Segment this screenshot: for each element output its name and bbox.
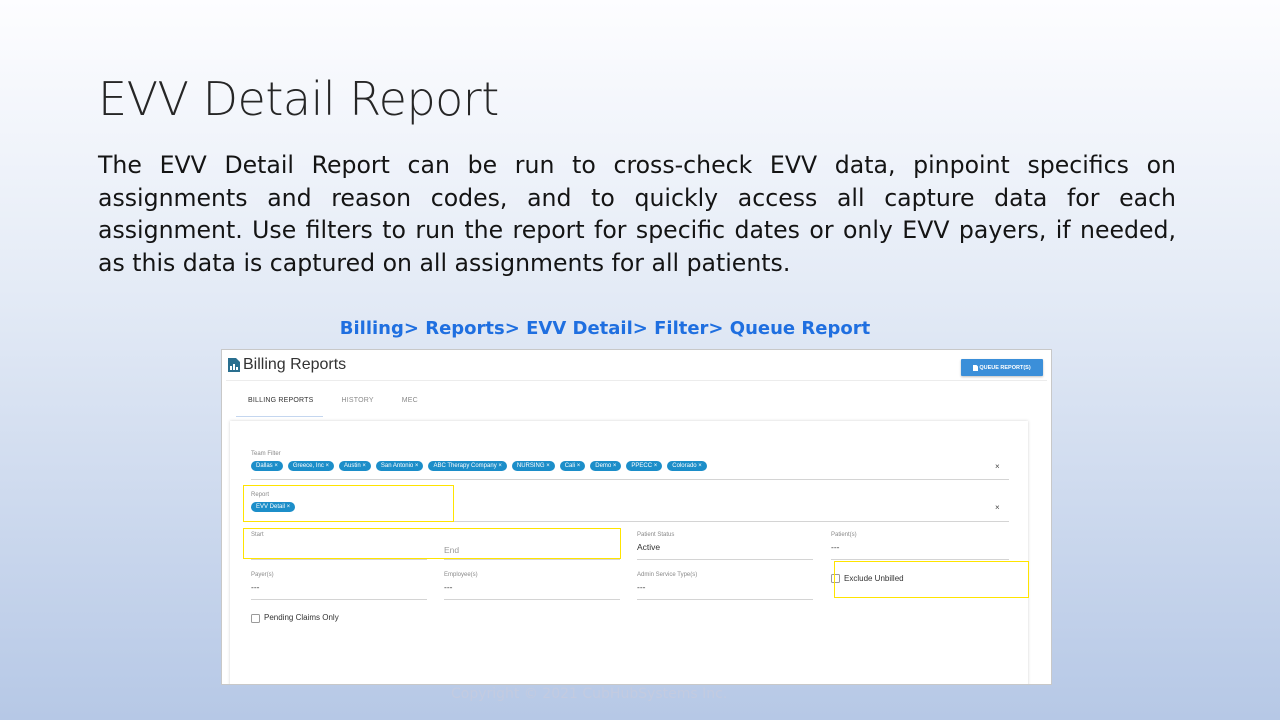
pending-claims-checkbox[interactable]	[251, 614, 260, 623]
document-icon	[973, 364, 979, 371]
employees-underline	[444, 599, 620, 600]
slide-title: EVV Detail Report	[98, 72, 499, 126]
chip-nursing[interactable]: NURSING ×	[511, 461, 555, 471]
report-highlight-box	[243, 485, 454, 522]
admin-service-types-label: Admin Service Type(s)	[637, 572, 698, 578]
header-divider	[226, 380, 1047, 381]
queue-report-label: QUEUE REPORT(S)	[979, 364, 1031, 371]
report-tabs: BILLING REPORTS HISTORY MEC	[248, 397, 446, 404]
patients-label: Patient(s)	[831, 532, 857, 538]
billing-reports-screenshot: Billing Reports QUEUE REPORT(S) BILLING …	[221, 349, 1052, 685]
tab-history[interactable]: HISTORY	[342, 397, 374, 404]
tab-billing-reports[interactable]: BILLING REPORTS	[248, 397, 314, 404]
payers-select[interactable]: ---	[251, 582, 260, 592]
queue-report-button[interactable]: QUEUE REPORT(S)	[961, 359, 1043, 376]
team-filter-underline	[251, 479, 1009, 480]
chip-austin[interactable]: Austin ×	[339, 461, 371, 471]
slide-body-text: The EVV Detail Report can be run to cros…	[98, 151, 1176, 277]
navigation-path: Billing> Reports> EVV Detail> Filter> Qu…	[339, 318, 871, 339]
chip-san-antonio[interactable]: San Antonio ×	[375, 461, 424, 471]
app-title: Billing Reports	[243, 356, 347, 373]
payers-underline	[251, 599, 427, 600]
patients-underline	[831, 559, 1009, 560]
payers-label: Payer(s)	[251, 572, 274, 578]
patient-status-underline	[637, 559, 813, 560]
tab-mec[interactable]: MEC	[402, 397, 418, 404]
chip-cali[interactable]: Cali ×	[559, 461, 586, 471]
end-underline	[444, 559, 620, 560]
team-filter-clear-icon[interactable]: ×	[995, 462, 1000, 471]
report-clear-icon[interactable]: ×	[995, 503, 1000, 512]
exclude-unbilled-highlight-box	[834, 561, 1029, 598]
patient-status-label: Patient Status	[637, 532, 675, 538]
team-filter-chips[interactable]: Dallas × Greece, Inc × Austin × San Anto…	[251, 461, 712, 471]
employees-select[interactable]: ---	[444, 582, 453, 592]
employees-label: Employee(s)	[444, 572, 478, 578]
pending-claims-label[interactable]: Pending Claims Only	[264, 613, 339, 622]
chip-dallas[interactable]: Dallas ×	[251, 461, 283, 471]
date-range-highlight-box	[243, 528, 621, 559]
start-underline	[251, 559, 427, 560]
patient-status-select[interactable]: Active	[637, 542, 660, 552]
team-filter-label: Team Filter	[251, 451, 281, 457]
bar-chart-report-icon	[228, 358, 240, 372]
chip-greece-inc[interactable]: Greece, Inc ×	[287, 461, 335, 471]
patients-select[interactable]: ---	[831, 542, 840, 552]
copyright-footer: Copyright © 2021 CubHubSystems Inc.	[451, 686, 728, 702]
chip-abc-therapy-company[interactable]: ABC Therapy Company ×	[428, 461, 507, 471]
app-header: Billing Reports	[228, 356, 346, 374]
chip-demo[interactable]: Demo ×	[590, 461, 622, 471]
chip-ppecc[interactable]: PPECC ×	[626, 461, 663, 471]
active-tab-indicator	[236, 416, 323, 417]
chip-colorado[interactable]: Colorado ×	[667, 461, 707, 471]
admin-service-types-select[interactable]: ---	[637, 582, 646, 592]
filter-card: Team Filter Dallas × Greece, Inc × Austi…	[230, 421, 1029, 684]
admin-service-types-underline	[637, 599, 813, 600]
